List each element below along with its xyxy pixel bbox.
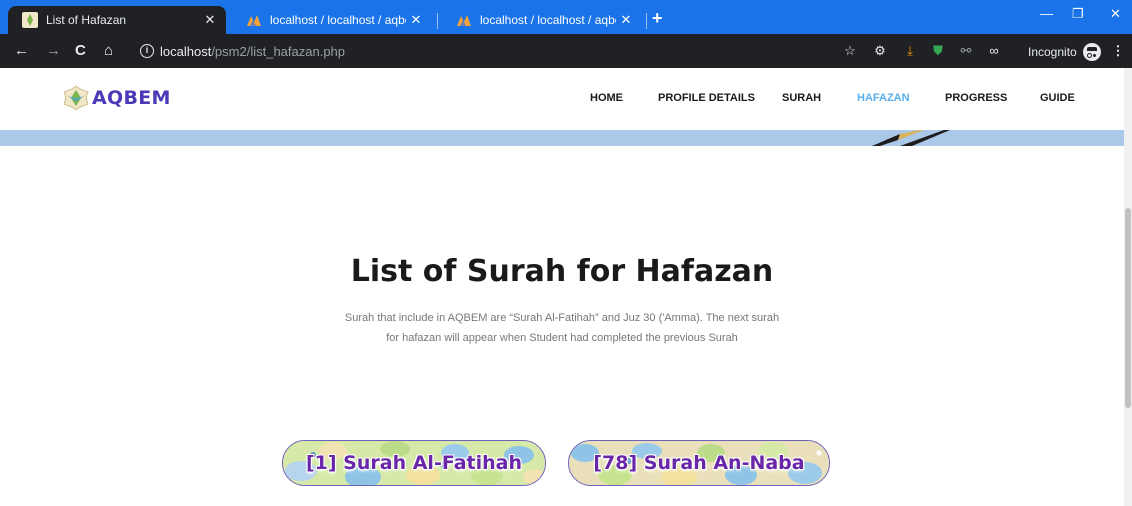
browser-tab-strip: List of Hafazan ✕ localhost / localhost … [0, 0, 1132, 34]
hero-banner-strip [0, 130, 1124, 146]
url-host: localhost [160, 43, 212, 59]
banner-decoration [872, 130, 950, 146]
tab-separator [437, 13, 438, 29]
shield-extension-icon[interactable]: ⛊ [930, 43, 946, 59]
bookmark-star-icon[interactable]: ☆ [842, 43, 858, 59]
new-tab-icon[interactable]: + [652, 8, 663, 29]
infinity-extension-icon[interactable]: ∞ [986, 43, 1002, 59]
site-logo[interactable]: AQBEM [62, 84, 171, 112]
back-icon[interactable]: ← [14, 42, 29, 59]
site-info-icon[interactable]: i [140, 44, 154, 58]
tab-title: localhost / localhost / aqbem / st [270, 13, 406, 27]
tab-title: localhost / localhost / aqbem / su [480, 13, 616, 27]
restore-icon[interactable]: ❐ [1072, 6, 1084, 22]
tab-close-icon[interactable]: ✕ [200, 12, 220, 28]
download-icon[interactable]: ⤓ [902, 43, 918, 59]
forward-icon[interactable]: → [46, 42, 61, 59]
tab-phpmyadmin-2[interactable]: localhost / localhost / aqbem / su ✕ [442, 6, 642, 34]
surah-button-label: [78] Surah An-Naba [593, 452, 805, 474]
phpmyadmin-favicon-icon [457, 15, 471, 26]
tab-phpmyadmin-1[interactable]: localhost / localhost / aqbem / st ✕ [232, 6, 432, 34]
page-title: List of Surah for Hafazan [350, 254, 774, 289]
nav-home[interactable]: HOME [590, 92, 623, 104]
logo-text: AQBEM [92, 87, 171, 109]
incognito-label: Incognito [1028, 45, 1077, 59]
tab-separator [646, 13, 647, 29]
tab-title: List of Hafazan [46, 13, 127, 27]
nav-profile-details[interactable]: PROFILE DETAILS [658, 92, 755, 104]
nav-guide[interactable]: GUIDE [1040, 92, 1075, 104]
extension-icon[interactable]: ⚙ [872, 43, 888, 59]
home-icon[interactable]: ⌂ [104, 42, 113, 59]
minimize-icon[interactable]: — [1040, 6, 1053, 21]
phpmyadmin-favicon-icon [247, 15, 261, 26]
web-page: AQBEM HOME PROFILE DETAILS SURAH HAFAZAN… [0, 68, 1124, 506]
site-header: AQBEM HOME PROFILE DETAILS SURAH HAFAZAN… [0, 68, 1124, 130]
url-path: /psm2/list_hafazan.php [211, 43, 346, 59]
nav-hafazan[interactable]: HAFAZAN [857, 92, 910, 104]
incognito-indicator[interactable]: Incognito [1028, 43, 1101, 61]
page-description: Surah that include in AQBEM are “Surah A… [344, 312, 780, 344]
surah-button-an-naba[interactable]: [78] Surah An-Naba [568, 440, 830, 486]
nav-surah[interactable]: SURAH [782, 92, 821, 104]
window-close-icon[interactable]: ✕ [1110, 6, 1121, 22]
reload-icon[interactable]: C [75, 42, 86, 59]
incognito-icon [1082, 43, 1101, 61]
extension-icon[interactable]: ⚯ [958, 43, 974, 59]
surah-button-al-fatihah[interactable]: [1] Surah Al-Fatihah [282, 440, 546, 486]
surah-button-label: [1] Surah Al-Fatihah [305, 452, 522, 474]
page-scrollbar[interactable] [1124, 68, 1132, 506]
tab-close-icon[interactable]: ✕ [406, 12, 426, 28]
nav-progress[interactable]: PROGRESS [945, 92, 1007, 104]
browser-toolbar: ← → C ⌂ i localhost/psm2/list_hafazan.ph… [0, 34, 1132, 68]
menu-kebab-icon[interactable]: ⋮ [1110, 43, 1126, 59]
address-bar[interactable]: i localhost/psm2/list_hafazan.php [130, 39, 880, 63]
logo-emblem-icon [63, 85, 89, 111]
tab-close-icon[interactable]: ✕ [616, 12, 636, 28]
scrollbar-thumb[interactable] [1125, 208, 1131, 408]
aqbem-favicon-icon [22, 12, 38, 28]
tab-list-of-hafazan[interactable]: List of Hafazan ✕ [8, 6, 226, 34]
